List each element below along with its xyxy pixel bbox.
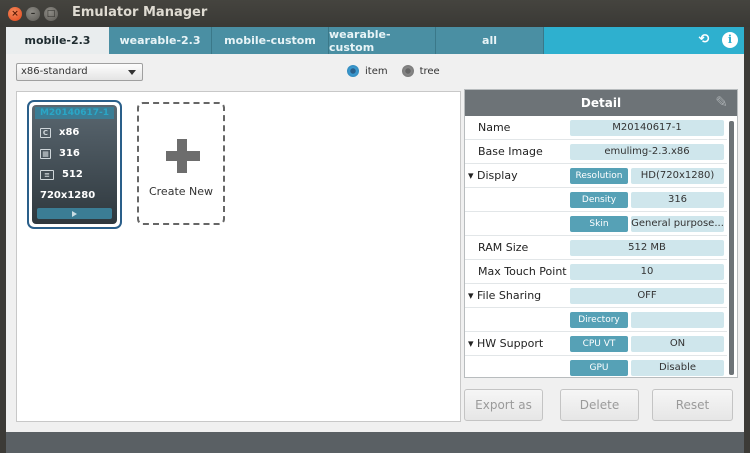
radio-unselected-icon [401, 65, 414, 77]
view-item-radio[interactable]: item [347, 65, 388, 77]
reset-button[interactable]: Reset [652, 389, 733, 421]
image-filter-value: x86-standard [21, 66, 88, 77]
minimize-window-button[interactable]: – [26, 7, 40, 21]
file-sharing-value: OFF [570, 288, 724, 304]
detail-row-hw-support[interactable]: ▾ HW Support CPU VT ON [465, 332, 727, 356]
info-icon[interactable]: i [722, 32, 738, 48]
status-bar [6, 432, 744, 453]
detail-row-name: Name M20140617-1 [465, 116, 727, 140]
maximize-icon: □ [46, 8, 56, 19]
export-button[interactable]: Export as [464, 389, 543, 421]
close-window-button[interactable]: × [8, 7, 22, 21]
detail-scrollbar[interactable] [729, 121, 734, 375]
gpu-value: Disable [631, 360, 724, 376]
tab-bar: mobile-2.3 wearable-2.3 mobile-custom we… [6, 27, 744, 54]
view-tree-label: tree [419, 65, 440, 77]
triangle-down-icon: ▾ [468, 289, 478, 302]
density-value: 316 [631, 192, 724, 208]
play-icon [72, 210, 77, 217]
emulator-ram: 512 [62, 169, 83, 180]
view-tree-radio[interactable]: tree [401, 65, 440, 77]
maximize-window-button[interactable]: □ [44, 7, 58, 21]
tab-mobile-2-3[interactable]: mobile-2.3 [6, 27, 109, 54]
detail-row-base-image: Base Image emulimg-2.3.x86 [465, 140, 727, 164]
delete-button[interactable]: Delete [560, 389, 639, 421]
tab-wearable-2-3[interactable]: wearable-2.3 [109, 27, 212, 54]
touch-value: 10 [570, 264, 724, 280]
close-icon: × [11, 8, 19, 19]
base-image-value: emulimg-2.3.x86 [570, 144, 724, 160]
emulator-cpu: x86 [59, 127, 80, 138]
refresh-icon[interactable]: ⟲ [696, 32, 712, 48]
main-area: x86-standard item tree M20140617-1 C x86… [6, 54, 744, 432]
resolution-value: HD(720x1280) [631, 168, 724, 184]
triangle-down-icon: ▾ [468, 337, 478, 350]
ram-value: 512 MB [570, 240, 724, 256]
cpu-icon: C [40, 127, 51, 138]
detail-title: Detail [580, 96, 622, 110]
title-bar: × – □ Emulator Manager [0, 0, 750, 27]
launch-button[interactable] [37, 208, 112, 219]
view-item-label: item [365, 65, 388, 77]
detail-row-density: Density 316 [465, 188, 727, 212]
create-new-button[interactable]: Create New [137, 102, 225, 225]
tab-wearable-custom[interactable]: wearable-custom [329, 27, 436, 54]
ram-icon: ≡ [40, 169, 54, 180]
emulator-list: M20140617-1 C x86 ▦ 316 ≡ 512 720x1280 C… [16, 91, 461, 422]
action-buttons: Export as Delete Reset [464, 389, 738, 421]
emulator-resolution: 720x1280 [40, 190, 96, 201]
name-value: M20140617-1 [570, 120, 724, 136]
emulator-card[interactable]: M20140617-1 C x86 ▦ 316 ≡ 512 720x1280 [27, 100, 122, 229]
emulator-density: 316 [59, 148, 80, 159]
detail-row-skin: Skin General purpose... [465, 212, 727, 236]
detail-row-touch: Max Touch Point 10 [465, 260, 727, 284]
create-new-label: Create New [148, 185, 214, 198]
triangle-down-icon: ▾ [468, 169, 478, 182]
cpu-vt-value: ON [631, 336, 724, 352]
skin-value: General purpose... [631, 216, 724, 232]
detail-panel: Detail ✎ Name M20140617-1 Base Image emu… [464, 89, 738, 378]
radio-selected-icon [347, 65, 359, 77]
chevron-down-icon [128, 70, 136, 75]
minimize-icon: – [30, 8, 36, 19]
emulator-name: M20140617-1 [35, 107, 114, 119]
detail-row-ram: RAM Size 512 MB [465, 236, 727, 260]
detail-row-file-sharing[interactable]: ▾ File Sharing OFF [465, 284, 727, 308]
density-icon: ▦ [40, 148, 51, 159]
tab-mobile-custom[interactable]: mobile-custom [212, 27, 329, 54]
edit-icon[interactable]: ✎ [713, 94, 730, 111]
tab-all[interactable]: all [436, 27, 544, 54]
detail-row-gpu: GPU Disable [465, 356, 727, 380]
detail-row-directory: Directory [465, 308, 727, 332]
detail-row-display[interactable]: ▾ Display Resolution HD(720x1280) [465, 164, 727, 188]
window-title: Emulator Manager [72, 5, 208, 20]
directory-value [631, 312, 724, 328]
view-mode-group: item tree [347, 65, 440, 77]
image-filter-select[interactable]: x86-standard [16, 63, 143, 81]
